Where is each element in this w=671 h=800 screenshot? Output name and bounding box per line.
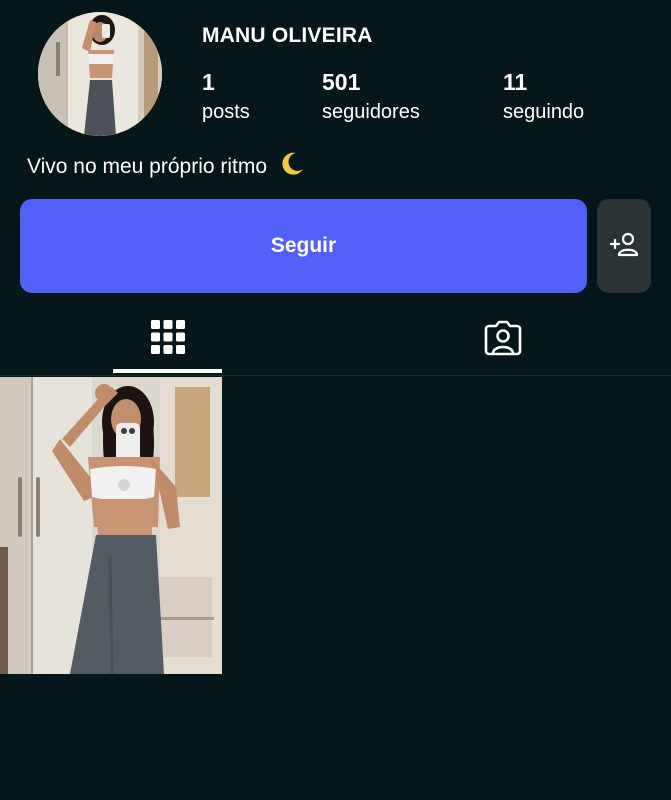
follow-button[interactable]: Seguir <box>20 199 587 293</box>
add-user-icon <box>609 231 639 262</box>
stat-posts-count: 1 <box>202 69 215 95</box>
stat-followers-label: seguidores <box>322 101 420 123</box>
stat-followers[interactable]: 501 seguidores <box>322 68 420 125</box>
tab-posts-grid[interactable] <box>113 303 222 375</box>
stat-followers-count: 501 <box>322 69 361 95</box>
add-user-button[interactable] <box>597 199 651 293</box>
stat-posts[interactable]: 1 posts <box>202 68 250 125</box>
grid-icon <box>150 319 185 359</box>
active-tab-indicator <box>113 369 222 373</box>
crescent-moon-icon <box>279 150 305 184</box>
stat-following-label: seguindo <box>503 101 585 123</box>
profile-tabs <box>0 303 671 376</box>
profile-page: MANU OLIVEIRA 1 posts 501 seguidores 11 … <box>0 0 671 800</box>
profile-username: MANU OLIVEIRA <box>202 24 373 47</box>
profile-bio: Vivo no meu próprio ritmo <box>27 150 305 184</box>
stat-posts-label: posts <box>202 101 250 123</box>
tab-tagged[interactable] <box>448 303 557 375</box>
post-thumbnail[interactable] <box>0 377 222 674</box>
avatar[interactable] <box>38 12 162 136</box>
bio-text: Vivo no meu próprio ritmo <box>27 155 268 178</box>
tagged-person-icon <box>484 318 522 361</box>
stat-following[interactable]: 11 seguindo <box>503 68 584 125</box>
stat-following-count: 11 <box>503 69 528 95</box>
